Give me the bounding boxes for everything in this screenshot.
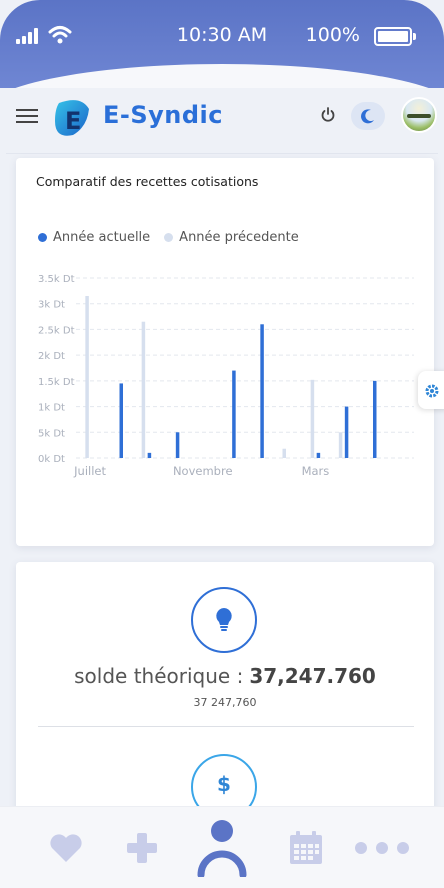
bar-current-year[interactable] [175,432,180,458]
x-tick-label: Novembre [173,464,233,478]
legend-item-previous[interactable]: Année précedente [164,230,299,245]
app-screen: E E-Syndic Comparatif des recettes cotis… [0,88,444,888]
app-name: E-Syndic [103,101,224,129]
plus-icon [127,833,157,863]
bar-current-year[interactable] [260,324,264,458]
heart-icon [50,834,82,862]
bar-previous-year[interactable] [141,321,146,458]
menu-icon[interactable] [16,109,38,125]
dollar-icon: $ [217,772,231,796]
y-tick-label: 1k Dt [38,403,65,414]
app-header: E E-Syndic [6,88,438,154]
bar-previous-year[interactable] [282,448,287,458]
bar-current-year[interactable] [316,452,321,458]
calendar-icon [290,831,322,864]
y-tick-label: 2.5k Dt [38,325,75,336]
logo-letter: E [65,107,81,135]
bottom-nav [0,806,444,888]
y-tick-label: 1.5k Dt [38,377,75,388]
more-icon [355,842,409,854]
bar-current-year[interactable] [344,406,349,458]
moon-icon [361,109,374,124]
bar-previous-year[interactable] [85,296,89,458]
gear-icon [425,384,439,398]
y-tick-label: 0k Dt [38,454,65,465]
phone-frame: 10:30 AM 100% E E-Syndic Comparatif des … [0,0,444,888]
nav-calendar[interactable] [280,807,332,888]
y-tick-label: 3k Dt [38,300,65,311]
logo-icon: E [55,100,89,136]
status-bar: 10:30 AM 100% [0,0,444,114]
nav-more[interactable] [350,807,414,888]
battery-icon [374,27,416,46]
lightbulb-icon [216,608,232,631]
power-icon[interactable] [319,106,337,124]
nav-favorites[interactable] [40,807,92,888]
bar-current-year[interactable] [119,383,124,458]
bar-chart: 0k Dt 5k Dt 1k Dt 1.5k Dt 2k Dt 2.5k Dt 3k Dt 3… [38,274,414,478]
avatar[interactable] [401,97,437,133]
legend-label-previous: Année précedente [179,230,299,245]
bar-previous-year[interactable] [310,379,315,458]
legend-label-current: Année actuelle [53,230,151,245]
solde-sub-value: 37 247,760 [193,696,257,709]
chart-card: Comparatif des recettes cotisations Anné… [16,158,434,546]
user-icon [197,820,247,877]
nav-add[interactable] [116,807,168,888]
legend-item-current[interactable]: Année actuelle [38,230,150,245]
divider [38,726,414,727]
bar-current-year[interactable] [147,452,152,458]
solde-label: solde théorique : [74,664,244,688]
legend-dot-current [38,233,47,242]
dark-mode-toggle[interactable] [351,102,385,130]
lightbulb-badge [191,587,257,653]
solde-value: 37,247.760 [249,664,376,688]
battery-percent: 100% [305,24,360,46]
chart-title: Comparatif des recettes cotisations [36,174,259,189]
legend-dot-previous [164,233,174,242]
y-tick-label: 5k Dt [38,428,65,439]
y-tick-label: 2k Dt [38,351,65,362]
bar-current-year[interactable] [373,380,377,458]
bar-current-year[interactable] [232,370,236,458]
solde-line: solde théorique :37,247.760 [16,664,434,688]
bar-previous-year[interactable] [338,432,343,458]
nav-profile[interactable] [192,807,252,888]
chart-legend: Année actuelle Année précedente [38,230,313,245]
x-tick-label: Mars [302,464,330,478]
y-tick-label: 3.5k Dt [38,274,75,285]
settings-tab[interactable] [418,371,444,409]
x-tick-label: Juillet [73,464,106,478]
